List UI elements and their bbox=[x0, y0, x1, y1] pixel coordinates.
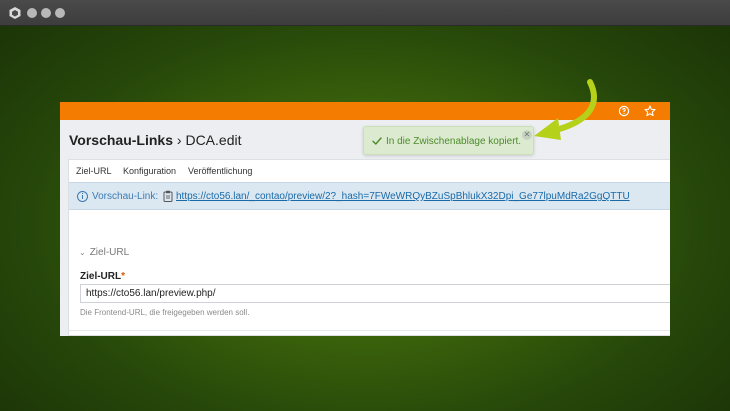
contao-logo-icon bbox=[9, 7, 21, 19]
info-icon bbox=[77, 191, 88, 202]
window-minimize-button[interactable] bbox=[41, 8, 51, 18]
headline-section: Vorschau-Links bbox=[69, 132, 173, 148]
target-url-label: Ziel-URL* bbox=[80, 271, 125, 282]
check-icon bbox=[372, 137, 382, 145]
preview-link-info: Vorschau-Link: https://cto56.lan/_contao… bbox=[69, 182, 670, 210]
star-icon[interactable] bbox=[644, 105, 656, 117]
headline-action: DCA.edit bbox=[185, 132, 242, 148]
divider bbox=[69, 330, 670, 331]
page-title: Vorschau-Links › DCA.edit bbox=[69, 132, 241, 148]
tab-konfiguration[interactable]: Konfiguration bbox=[123, 166, 176, 176]
tab-ziel-url[interactable]: Ziel-URL bbox=[76, 166, 112, 176]
toast-message: In die Zwischenablage kopiert. bbox=[386, 136, 522, 147]
target-url-label-text: Ziel-URL bbox=[80, 271, 122, 282]
window-titlebar bbox=[0, 0, 730, 26]
fieldset-legend-label: Ziel-URL bbox=[89, 247, 130, 258]
window-close-button[interactable] bbox=[27, 8, 37, 18]
copied-toast: In die Zwischenablage kopiert. ✕ bbox=[363, 126, 534, 155]
window-maximize-button[interactable] bbox=[55, 8, 65, 18]
preview-link-url[interactable]: https://cto56.lan/_contao/preview/2?_has… bbox=[176, 191, 630, 202]
tab-veroeffentlichung[interactable]: Veröffentlichung bbox=[188, 166, 252, 176]
tab-navigation: Ziel-URL Konfiguration Veröffentlichung bbox=[69, 160, 670, 182]
clipboard-icon[interactable] bbox=[163, 190, 173, 202]
headline-separator: › bbox=[176, 132, 182, 148]
required-mark: * bbox=[121, 271, 126, 282]
arrow-icon bbox=[534, 79, 597, 140]
chevron-down-icon: ⌄ bbox=[79, 248, 86, 257]
preview-link-label: Vorschau-Link: bbox=[92, 191, 159, 202]
target-url-input[interactable] bbox=[80, 284, 670, 303]
edit-panel: Ziel-URL Konfiguration Veröffentlichung … bbox=[68, 159, 670, 336]
fieldset-legend[interactable]: ⌄ Ziel-URL bbox=[79, 247, 129, 258]
target-url-help: Die Frontend-URL, die freigegeben werden… bbox=[80, 308, 250, 317]
help-icon[interactable] bbox=[618, 105, 630, 117]
